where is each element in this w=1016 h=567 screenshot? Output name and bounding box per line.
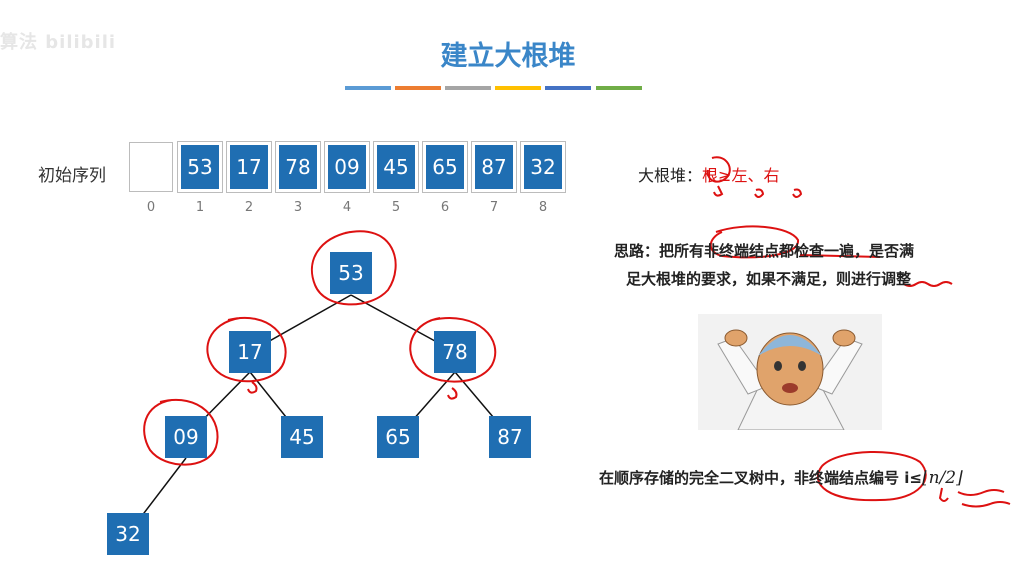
rule-text-part: i≤ [899,469,922,487]
tree-node: 78 [434,331,476,373]
heap-definition-prefix: 大根堆： [638,166,703,185]
idea-line-2: 足大根堆的要求，如果不满足，则进行调整 [614,265,914,293]
idea-line-1: 思路：把所有非终端结点都检查一遍，是否满 [614,237,914,265]
tree-node: 65 [377,416,419,458]
cartoon-drawing [717,329,863,431]
mark-annotation [247,381,258,394]
heap-definition-rest: ≥左、右 [718,166,780,185]
idea-text-part: 都检查一遍，是否满 [779,242,915,260]
idea-text: 思路：把所有非终端结点都检查一遍，是否满 足大根堆的要求，如果不满足，则进行调整 [614,237,914,293]
idea-text-highlight: 调整 [881,270,912,288]
heap-definition: 大根堆：根≥左、右 [638,162,779,186]
mark-annotation [792,188,803,198]
tree-node: 53 [330,252,372,294]
underline-annotation [961,501,1011,508]
thinking-cartoon-icon [698,314,882,431]
tree-node: 45 [281,416,323,458]
heap-definition-root: 根 [702,166,719,185]
idea-text-part: 足大根堆的要求，如果不满足，则进行 [626,270,882,288]
tree-node: 17 [229,331,271,373]
mark-annotation [447,387,458,400]
tree-node: 32 [107,513,149,555]
rule-text-highlight: 非终端结点编号 [794,469,900,487]
non-terminal-rule: 在顺序存储的完全二叉树中，非终端结点编号 i≤⌊n/2⌋ [599,467,963,488]
mark-annotation [754,188,765,198]
rule-text-part: 在顺序存储的完全二叉树中， [599,469,795,487]
mark-annotation [713,185,724,197]
rule-formula: ⌊n/2⌋ [921,468,963,488]
idea-text-part: 思路：把所有 [614,242,705,260]
tree-node: 09 [165,416,207,458]
tree-node: 87 [489,416,531,458]
idea-text-highlight: 非终端结点 [704,242,780,260]
mark-annotation [938,487,949,502]
underline-annotation [957,489,1005,496]
